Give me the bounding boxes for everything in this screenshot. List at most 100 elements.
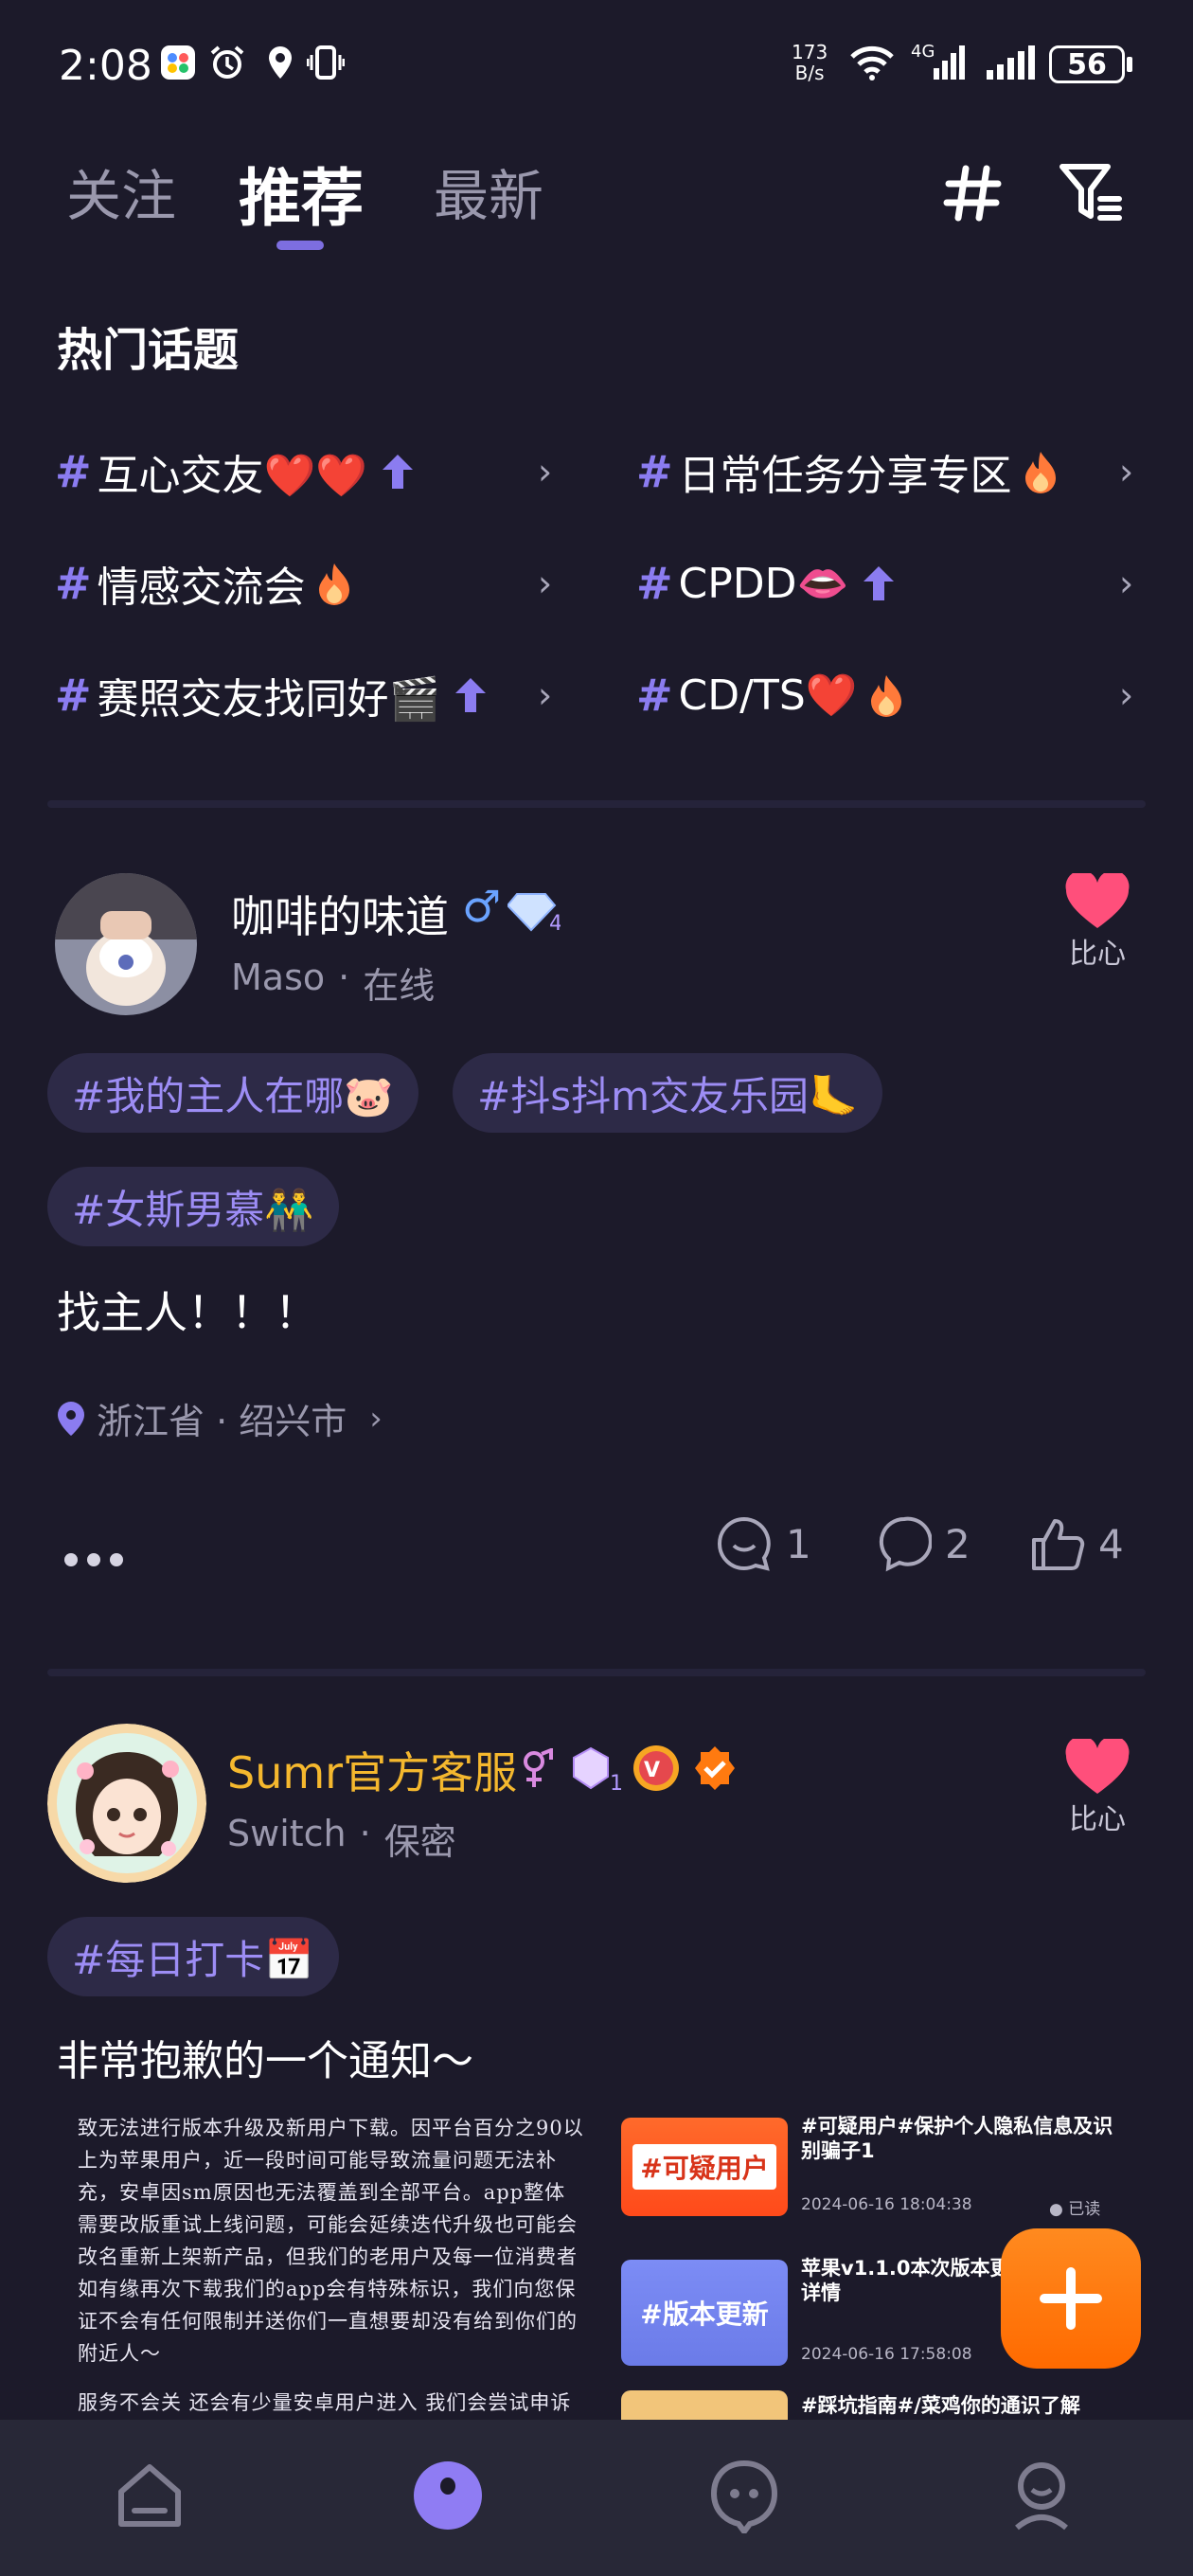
battery-icon: 56: [1049, 45, 1125, 83]
avatar[interactable]: [55, 873, 197, 1015]
alarm-icon: [210, 45, 244, 79]
online-status: 在线: [363, 965, 436, 1007]
hot-topics-title: 热门话题: [57, 324, 240, 377]
fire-icon: [1024, 452, 1056, 493]
like-label: 比心: [1069, 938, 1126, 971]
reply-count: 2: [945, 1520, 970, 1567]
topic-item[interactable]: # 赛照交友找同好🎬 ›: [55, 657, 566, 733]
switch-gender-icon: [524, 1748, 553, 1787]
chevron-right-icon: ›: [1119, 563, 1134, 604]
signal-icon-1: [934, 45, 965, 80]
vip-year-badge-icon: V: [633, 1745, 679, 1791]
chevron-right-icon: ›: [538, 674, 553, 716]
app-notification-icon: [161, 45, 195, 80]
discover-icon[interactable]: [410, 2458, 486, 2533]
item-date: 2024-06-16 17:58:08: [801, 2345, 972, 2364]
hashtag-icon: #: [636, 558, 673, 609]
dot: [64, 1553, 78, 1566]
filter-icon[interactable]: [1057, 161, 1125, 224]
topic-label: CPDD👄: [678, 560, 849, 608]
chevron-right-icon: ›: [1119, 451, 1134, 492]
battery-level: 56: [1067, 47, 1107, 81]
dot: [87, 1553, 100, 1566]
username[interactable]: Sumr官方客服: [227, 1739, 517, 1801]
user-role: Maso: [231, 957, 326, 998]
section-divider: [47, 1669, 1146, 1676]
tab-following[interactable]: 关注: [66, 152, 176, 231]
meta-separator: ·: [338, 957, 350, 998]
like-heart-button[interactable]: 比心: [1064, 1739, 1131, 1837]
male-gender-icon: ♂: [462, 881, 502, 932]
chevron-right-icon: ›: [538, 451, 553, 492]
svg-text:V: V: [644, 1759, 660, 1782]
topic-label: 情感交流会: [97, 564, 306, 612]
trending-up-icon: [864, 566, 895, 600]
topic-item[interactable]: # 互心交友❤️❤️ ›: [55, 434, 566, 510]
post-image-notice[interactable]: 致无法进行版本升级及新用户下载。因平台百分之90以上为苹果用户，近一段时间可能导…: [57, 2112, 606, 2420]
status-time: 2:08: [59, 42, 152, 90]
messages-icon[interactable]: [706, 2458, 782, 2533]
user-meta: Maso · 在线: [231, 957, 435, 1009]
topic-item[interactable]: # 情感交流会 ›: [55, 546, 566, 621]
read-label: 已读: [1068, 2200, 1101, 2219]
reply-button[interactable]: 2: [877, 1515, 970, 1572]
topic-item[interactable]: # CD/TS❤️ ›: [636, 657, 1148, 733]
meta-separator: ·: [359, 1813, 371, 1854]
topic-label: 赛照交友找同好🎬: [97, 675, 441, 724]
comment-button[interactable]: 1: [716, 1515, 811, 1572]
trending-up-icon: [455, 678, 487, 712]
heart-icon: [1065, 873, 1130, 928]
fire-icon: [870, 675, 901, 717]
list-item: #可疑用户 #可疑用户#保护个人隐私信息及识别骗子1 2024-06-16 18…: [619, 2110, 1149, 2243]
username[interactable]: 咖啡的味道: [231, 883, 449, 945]
net-speed: 173 B/s: [792, 42, 828, 83]
profile-icon[interactable]: [1004, 2458, 1079, 2533]
heart-icon: [1065, 1739, 1130, 1794]
like-heart-button[interactable]: 比心: [1064, 873, 1131, 972]
tab-latest[interactable]: 最新: [434, 152, 543, 231]
tab-recommended[interactable]: 推荐: [239, 148, 364, 239]
hashtag-icon[interactable]: [943, 163, 1004, 224]
thumb-label: #可疑用户: [632, 2144, 776, 2190]
thumb-label: #版本更新: [640, 2299, 769, 2330]
create-post-button[interactable]: [1001, 2228, 1141, 2369]
chevron-right-icon: ›: [1119, 674, 1134, 716]
dot: [110, 1553, 123, 1566]
post-content: 找主人！！！: [57, 1287, 318, 1338]
level-gem-icon: 1: [573, 1746, 623, 1794]
topic-label: 日常任务分享专区: [678, 452, 1012, 500]
chevron-right-icon: ›: [538, 563, 553, 604]
plus-icon: [1040, 2267, 1102, 2330]
privacy-status: 保密: [383, 1821, 456, 1863]
avatar[interactable]: [47, 1724, 206, 1883]
location-pin-icon: [58, 1401, 84, 1436]
hashtag-icon: #: [55, 446, 92, 497]
home-icon[interactable]: [112, 2458, 187, 2533]
location-text: 浙江省 · 绍兴市: [97, 1401, 347, 1442]
item-date: 2024-06-16 18:04:38: [801, 2195, 972, 2214]
hashtag-icon: #: [55, 670, 92, 721]
post-tag[interactable]: #我的主人在哪🐷: [47, 1053, 418, 1133]
topic-item[interactable]: # CPDD👄 ›: [636, 546, 1148, 621]
topic-label: CD/TS❤️: [678, 671, 858, 720]
post-card: 咖啡的味道 ♂ 4 Maso · 在线 比心 #我的主人在哪🐷 #抖s抖m交友乐…: [0, 852, 1193, 1667]
vibrate-icon: [307, 45, 345, 80]
thumbs-up-icon: [1032, 1519, 1085, 1570]
like-button[interactable]: 4: [1030, 1515, 1124, 1572]
signal-icon-2: [987, 45, 1035, 80]
hashtag-icon: #: [636, 670, 673, 721]
section-divider: [47, 800, 1146, 808]
post-tag[interactable]: #抖s抖m交友乐园🦶: [453, 1053, 883, 1133]
fire-icon: [318, 564, 349, 605]
comment-count: 1: [786, 1520, 811, 1567]
location-link[interactable]: 浙江省 · 绍兴市 ›: [55, 1392, 383, 1444]
post-tag[interactable]: #每日打卡📅: [47, 1917, 339, 1996]
comment-icon: [718, 1516, 771, 1571]
level-number: 4: [549, 912, 561, 934]
more-options-icon[interactable]: [64, 1553, 123, 1566]
post-tag[interactable]: #女斯男慕👬: [47, 1167, 339, 1246]
topic-item[interactable]: # 日常任务分享专区 ›: [636, 434, 1148, 510]
wifi-icon: [850, 45, 894, 80]
net-speed-unit: B/s: [794, 62, 825, 84]
item-title: #踩坑指南#/菜鸡你的通识了解: [801, 2394, 1080, 2417]
